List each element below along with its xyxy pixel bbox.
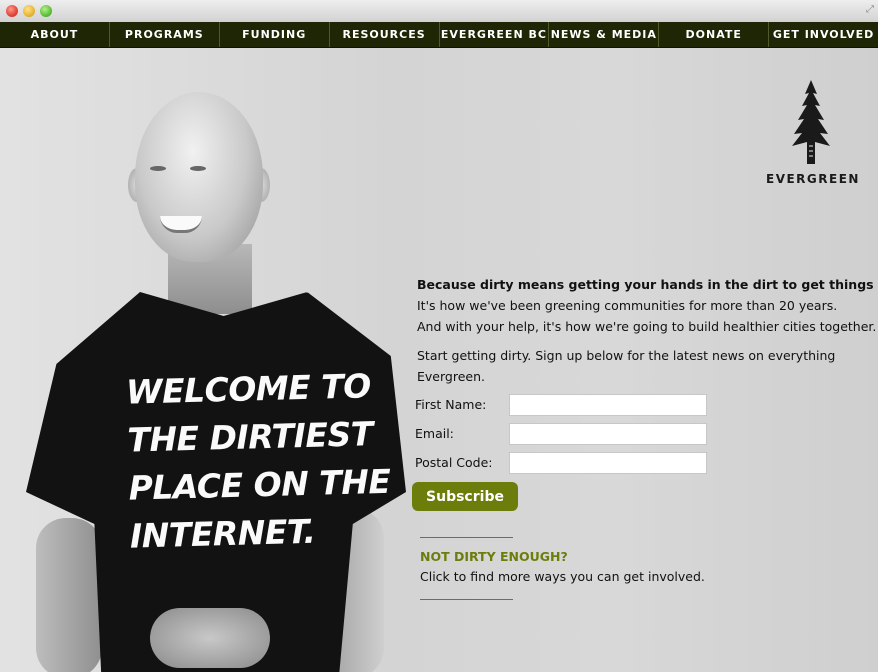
shirt-line-2: the dirtiest [126, 414, 374, 460]
tree-icon [792, 80, 830, 164]
shirt-line-4: internet. [129, 511, 316, 556]
first-name-field[interactable] [509, 394, 707, 416]
get-involved-link[interactable]: Click to find more ways you can get invo… [420, 569, 705, 584]
window-titlebar: ⤢ [0, 0, 878, 23]
shirt-line-1: Welcome to [125, 366, 372, 412]
head [135, 92, 263, 262]
nav-item-donate[interactable]: DONATE [658, 22, 768, 47]
divider-top [420, 537, 513, 538]
hands [150, 608, 270, 668]
evergreen-logo[interactable]: EVERGREEN [766, 80, 860, 186]
first-name-row: First Name: [415, 394, 715, 423]
left-arm [36, 518, 102, 672]
email-row: Email: [415, 423, 715, 452]
nav-item-programs[interactable]: PROGRAMS [108, 22, 219, 47]
close-window-icon[interactable] [6, 5, 18, 17]
email-field[interactable] [509, 423, 707, 445]
hero-section: Welcome to the dirtiest place on the int… [0, 48, 878, 672]
postal-code-row: Postal Code: [415, 452, 715, 481]
postal-code-label: Postal Code: [415, 455, 493, 470]
nav-item-get-involved[interactable]: GET INVOLVED [768, 22, 878, 47]
subscribe-button[interactable]: Subscribe [412, 482, 518, 511]
hero-photo: Welcome to the dirtiest place on the int… [0, 48, 420, 672]
zoom-window-icon[interactable] [40, 5, 52, 17]
nav-item-about[interactable]: ABOUT [0, 22, 109, 47]
divider-bottom [420, 599, 513, 600]
left-eye [150, 166, 166, 171]
nav-item-evergreen-bc[interactable]: EVERGREEN BC [438, 22, 549, 47]
shirt-line-3: place on the [128, 461, 391, 508]
not-dirty-enough-heading: NOT DIRTY ENOUGH? [420, 549, 568, 564]
signup-prompt: Start getting dirty. Sign up below for t… [417, 348, 836, 384]
postal-code-field[interactable] [509, 452, 707, 474]
minimize-window-icon[interactable] [23, 5, 35, 17]
intro-lead: Because dirty means getting your hands i… [417, 277, 878, 292]
right-eye [190, 166, 206, 171]
logo-wordmark: EVERGREEN [766, 172, 860, 186]
newsletter-form: First Name: Email: Postal Code: [415, 394, 715, 481]
shirt-slogan: Welcome to the dirtiest place on the int… [125, 363, 391, 560]
nav-item-news-media[interactable]: NEWS & MEDIA [548, 22, 658, 47]
email-label: Email: [415, 426, 454, 441]
fullscreen-icon[interactable]: ⤢ [866, 4, 874, 15]
main-navigation: ABOUT PROGRAMS FUNDING RESOURCES EVERGRE… [0, 22, 878, 48]
intro-copy: Because dirty means getting your hands i… [417, 274, 878, 387]
intro-line-3: And with your help, it's how we're going… [417, 319, 877, 334]
first-name-label: First Name: [415, 397, 487, 412]
nav-item-resources[interactable]: RESOURCES [328, 22, 439, 47]
nav-item-funding[interactable]: FUNDING [218, 22, 329, 47]
intro-line-2: It's how we've been greening communities… [417, 298, 838, 313]
